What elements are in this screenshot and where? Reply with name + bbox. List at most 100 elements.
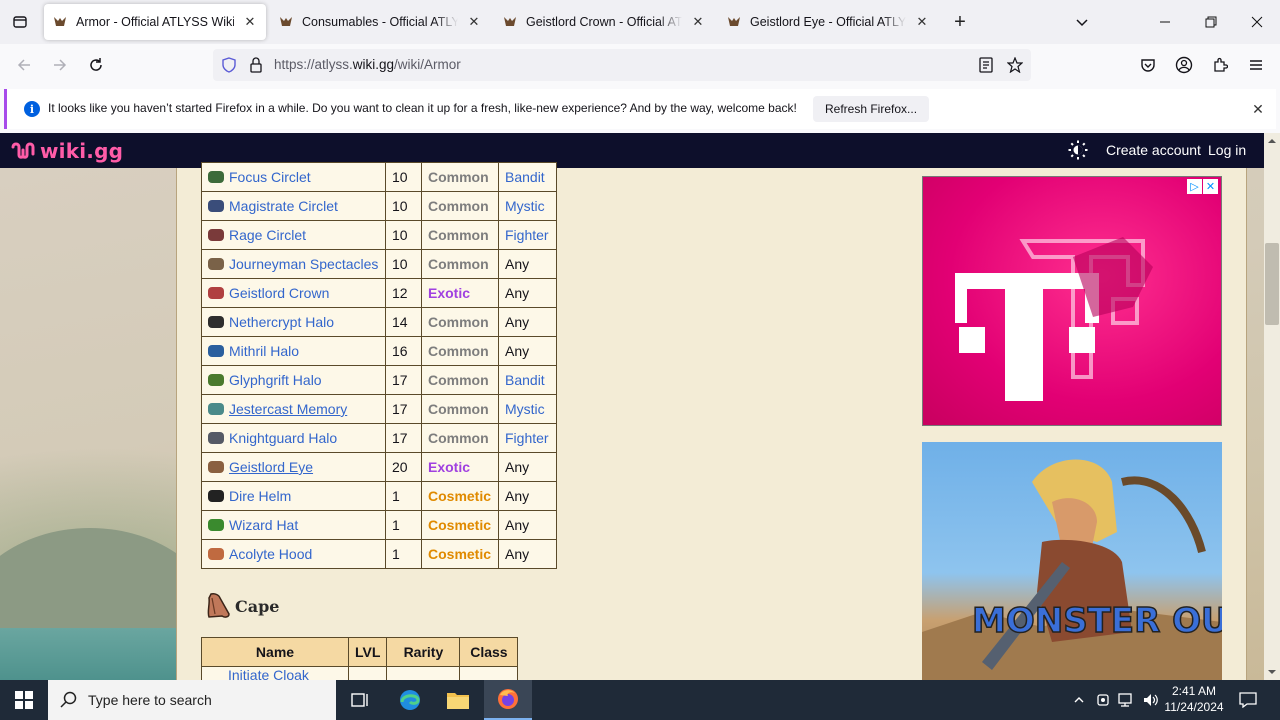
login-link[interactable]: Log in [1208, 142, 1246, 158]
table-row: Nethercrypt Halo 14 Common Any [201, 307, 557, 337]
item-link[interactable]: Acolyte Hood [229, 546, 312, 562]
restore-button[interactable] [1188, 0, 1234, 44]
item-class-cell[interactable]: Bandit [498, 365, 557, 395]
item-level-cell: 17 [385, 423, 422, 453]
class-link[interactable]: Bandit [505, 372, 545, 388]
item-rarity-cell: Cosmetic [421, 539, 499, 569]
item-class-cell: Any [498, 278, 557, 308]
item-link[interactable]: Focus Circlet [229, 169, 311, 185]
item-class-cell[interactable]: Bandit [498, 162, 557, 192]
item-class-cell[interactable]: Fighter [498, 423, 557, 453]
wiki-gg-logo[interactable]: wiki.gg [10, 139, 123, 163]
tab-geistlord-crown[interactable]: Geistlord Crown - Official ATLYSS Wiki ✕ [494, 4, 714, 40]
refresh-firefox-button[interactable]: Refresh Firefox... [813, 96, 930, 122]
lock-icon[interactable] [249, 57, 263, 76]
taskbar-clock[interactable]: 2:41 AM 11/24/2024 [1162, 683, 1226, 715]
item-icon [208, 316, 224, 328]
windows-start-icon[interactable] [0, 680, 48, 720]
column-header-rarity[interactable]: Rarity [386, 637, 461, 667]
scroll-up-icon[interactable] [1264, 133, 1280, 149]
class-link[interactable]: Fighter [505, 430, 549, 446]
tab-armor[interactable]: Armor - Official ATLYSS Wiki ✕ [44, 4, 266, 40]
item-link[interactable]: Mithril Halo [229, 343, 299, 359]
close-window-button[interactable] [1234, 0, 1280, 44]
item-name-cell: Glyphgrift Halo [201, 365, 386, 395]
close-tab-icon[interactable]: ✕ [466, 14, 482, 30]
close-tab-icon[interactable]: ✕ [242, 14, 258, 30]
network-icon[interactable] [1116, 680, 1138, 720]
minimize-button[interactable] [1142, 0, 1188, 44]
extensions-icon[interactable] [1205, 50, 1235, 80]
advertisement-tmobile[interactable]: ▷ ✕ [922, 176, 1222, 426]
tab-geistlord-eye[interactable]: Geistlord Eye - Official ATLYSS Wiki ✕ [718, 4, 938, 40]
tab-consumables[interactable]: Consumables - Official ATLYSS Wiki ✕ [270, 4, 490, 40]
item-class-cell[interactable]: Mystic [498, 191, 557, 221]
close-tab-icon[interactable]: ✕ [914, 14, 930, 30]
pocket-icon[interactable] [1133, 50, 1163, 80]
item-link[interactable]: Dire Helm [229, 488, 291, 504]
column-header-class[interactable]: Class [459, 637, 519, 667]
account-icon[interactable] [1169, 50, 1199, 80]
page-scrollbar[interactable] [1264, 133, 1280, 680]
item-link[interactable]: Jestercast Memory [229, 401, 347, 417]
item-link[interactable]: Rage Circlet [229, 227, 306, 243]
theme-toggle-icon[interactable] [1068, 140, 1088, 160]
item-icon [208, 258, 224, 270]
tab-title: Geistlord Eye - Official ATLYSS Wiki [750, 15, 906, 29]
new-tab-button[interactable]: + [944, 6, 976, 38]
cape-section-heading: Cape [205, 592, 279, 620]
atlyss-favicon-icon [502, 14, 518, 30]
item-link[interactable]: Glyphgrift Halo [229, 372, 322, 388]
table-row: Geistlord Crown 12 Exotic Any [201, 278, 557, 308]
item-link[interactable]: Geistlord Crown [229, 285, 329, 301]
forward-arrow-icon[interactable] [45, 50, 75, 80]
reload-icon[interactable] [81, 50, 111, 80]
item-link[interactable]: Magistrate Circlet [229, 198, 338, 214]
file-explorer-icon[interactable] [434, 680, 482, 720]
item-name-cell: Geistlord Eye [201, 452, 386, 482]
item-level-cell: 17 [385, 394, 422, 424]
column-header-name[interactable]: Name [201, 637, 349, 667]
tab-list-icon[interactable] [0, 0, 40, 44]
item-link[interactable]: Knightguard Halo [229, 430, 337, 446]
url-text[interactable]: https://atlyss.wiki.gg/wiki/Armor [274, 57, 461, 72]
url-bar[interactable]: https://atlyss.wiki.gg/wiki/Armor [213, 49, 1031, 81]
item-link[interactable]: Geistlord Eye [229, 459, 313, 475]
back-arrow-icon[interactable] [9, 50, 39, 80]
volume-icon[interactable] [1140, 680, 1162, 720]
meet-now-icon[interactable] [1094, 680, 1114, 720]
item-class-cell[interactable]: Mystic [498, 394, 557, 424]
close-notification-icon[interactable]: ✕ [1249, 100, 1267, 118]
taskbar-search-box[interactable]: Type here to search [48, 680, 336, 720]
scroll-down-icon[interactable] [1264, 664, 1280, 680]
class-link[interactable]: Bandit [505, 169, 545, 185]
task-view-icon[interactable] [336, 680, 384, 720]
item-rarity-cell: Common [421, 249, 499, 279]
tracking-protection-shield-icon[interactable] [221, 57, 237, 76]
advertisement-monster-outbreak[interactable]: MONSTER OUTBREAK [922, 442, 1222, 680]
hamburger-menu-icon[interactable] [1241, 50, 1271, 80]
atlyss-favicon-icon [278, 14, 294, 30]
item-link[interactable]: Nethercrypt Halo [229, 314, 334, 330]
firefox-icon[interactable] [484, 680, 532, 720]
tab-title: Armor - Official ATLYSS Wiki [76, 15, 234, 29]
scrollbar-thumb[interactable] [1265, 243, 1279, 325]
bookmark-star-icon[interactable] [1006, 56, 1024, 76]
close-tab-icon[interactable]: ✕ [690, 14, 706, 30]
item-link[interactable]: Wizard Hat [229, 517, 298, 533]
class-link[interactable]: Mystic [505, 198, 545, 214]
item-name-cell: Magistrate Circlet [201, 191, 386, 221]
column-header-lvl[interactable]: LVL [347, 637, 388, 667]
create-account-link[interactable]: Create account [1106, 142, 1201, 158]
item-link[interactable]: Journeyman Spectacles [229, 256, 378, 272]
item-icon [208, 171, 224, 183]
edge-browser-icon[interactable] [386, 680, 434, 720]
chevron-down-icon[interactable] [1066, 6, 1098, 38]
class-link[interactable]: Fighter [505, 227, 549, 243]
class-link[interactable]: Mystic [505, 401, 545, 417]
show-hidden-icons-chevron-icon[interactable] [1068, 680, 1090, 720]
reader-view-icon[interactable] [978, 57, 994, 76]
item-class-cell[interactable]: Fighter [498, 220, 557, 250]
notifications-icon[interactable] [1234, 680, 1262, 720]
item-icon [208, 200, 224, 212]
